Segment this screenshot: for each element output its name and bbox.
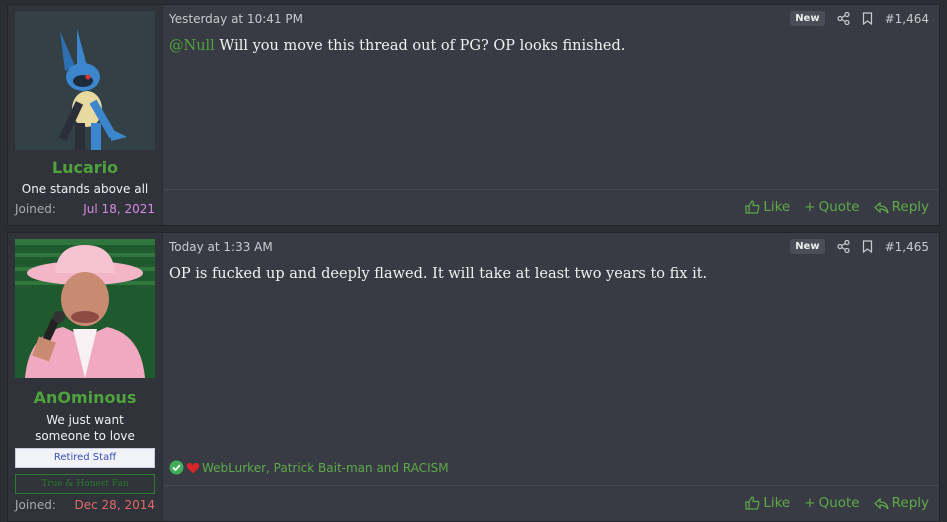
post-date[interactable]: Today at 1:33 AM xyxy=(169,240,273,254)
reply-label: Reply xyxy=(891,495,929,511)
post-number[interactable]: #1,465 xyxy=(885,240,929,254)
new-badge: New xyxy=(790,239,825,254)
like-icon xyxy=(745,200,760,214)
mention-link[interactable]: @Null xyxy=(169,38,215,54)
post-actions: Like + Quote Reply xyxy=(163,485,939,520)
post-text: Will you move this thread out of PG? OP … xyxy=(214,38,626,54)
reply-icon xyxy=(873,201,889,214)
share-icon[interactable] xyxy=(836,240,850,253)
post-meta: New #1,465 xyxy=(790,239,929,254)
reply-label: Reply xyxy=(891,199,929,215)
post-body: OP is fucked up and deeply flawed. It wi… xyxy=(169,266,708,282)
post-meta: New #1,464 xyxy=(790,11,929,26)
post-actions: Like + Quote Reply xyxy=(163,189,939,224)
quote-label: Quote xyxy=(818,199,860,215)
username[interactable]: Lucario xyxy=(8,158,162,177)
reply-button[interactable]: Reply xyxy=(873,495,929,511)
joined-date: Jul 18, 2021 xyxy=(83,202,155,216)
like-label: Like xyxy=(763,495,791,511)
post-date[interactable]: Yesterday at 10:41 PM xyxy=(169,12,303,26)
post-body: @Null Will you move this thread out of P… xyxy=(169,38,625,54)
reply-icon xyxy=(873,497,889,510)
avatar[interactable] xyxy=(15,11,155,150)
user-panel: Lucario One stands above all Joined: Jul… xyxy=(8,5,163,225)
post-main: Yesterday at 10:41 PM New #1,464 @Null W… xyxy=(163,5,939,225)
new-badge: New xyxy=(790,11,825,26)
bookmark-icon[interactable] xyxy=(862,240,873,253)
joined-info: Joined: Jul 18, 2021 xyxy=(15,202,155,216)
like-button[interactable]: Like xyxy=(745,199,790,215)
joined-info: Joined: Dec 28, 2014 xyxy=(15,498,155,512)
quote-button[interactable]: + Quote xyxy=(804,199,859,215)
joined-label: Joined: xyxy=(15,202,56,216)
avatar[interactable] xyxy=(15,239,155,378)
post-main: Today at 1:33 AM New #1,465 OP is fucked… xyxy=(163,233,939,521)
reactions-list[interactable]: WebLurker, Patrick Bait-man and RACISM xyxy=(202,461,449,475)
quote-icon: + xyxy=(804,495,816,511)
quote-icon: + xyxy=(804,199,816,215)
user-title: We just want someone to love xyxy=(35,413,135,443)
share-icon[interactable] xyxy=(836,12,850,25)
post-1465: AnOminous We just want someone to love R… xyxy=(7,232,940,522)
user-title: One stands above all xyxy=(21,182,149,196)
user-banner-staff: Retired Staff xyxy=(15,448,155,468)
joined-date: Dec 28, 2014 xyxy=(74,498,155,512)
user-panel: AnOminous We just want someone to love R… xyxy=(8,233,163,521)
like-button[interactable]: Like xyxy=(745,495,790,511)
like-label: Like xyxy=(763,199,791,215)
quote-label: Quote xyxy=(818,495,860,511)
like-icon xyxy=(745,496,760,510)
bookmark-icon[interactable] xyxy=(862,12,873,25)
check-reaction-icon xyxy=(169,460,184,475)
joined-label: Joined: xyxy=(15,498,56,512)
heart-reaction-icon xyxy=(186,461,200,475)
post-number[interactable]: #1,464 xyxy=(885,12,929,26)
reactions-bar[interactable]: WebLurker, Patrick Bait-man and RACISM xyxy=(169,460,449,475)
post-1464: Lucario One stands above all Joined: Jul… xyxy=(7,4,940,226)
user-banner-fan: True & Honest Fan xyxy=(15,474,155,494)
quote-button[interactable]: + Quote xyxy=(804,495,859,511)
username[interactable]: AnOminous xyxy=(8,388,162,407)
reply-button[interactable]: Reply xyxy=(873,199,929,215)
